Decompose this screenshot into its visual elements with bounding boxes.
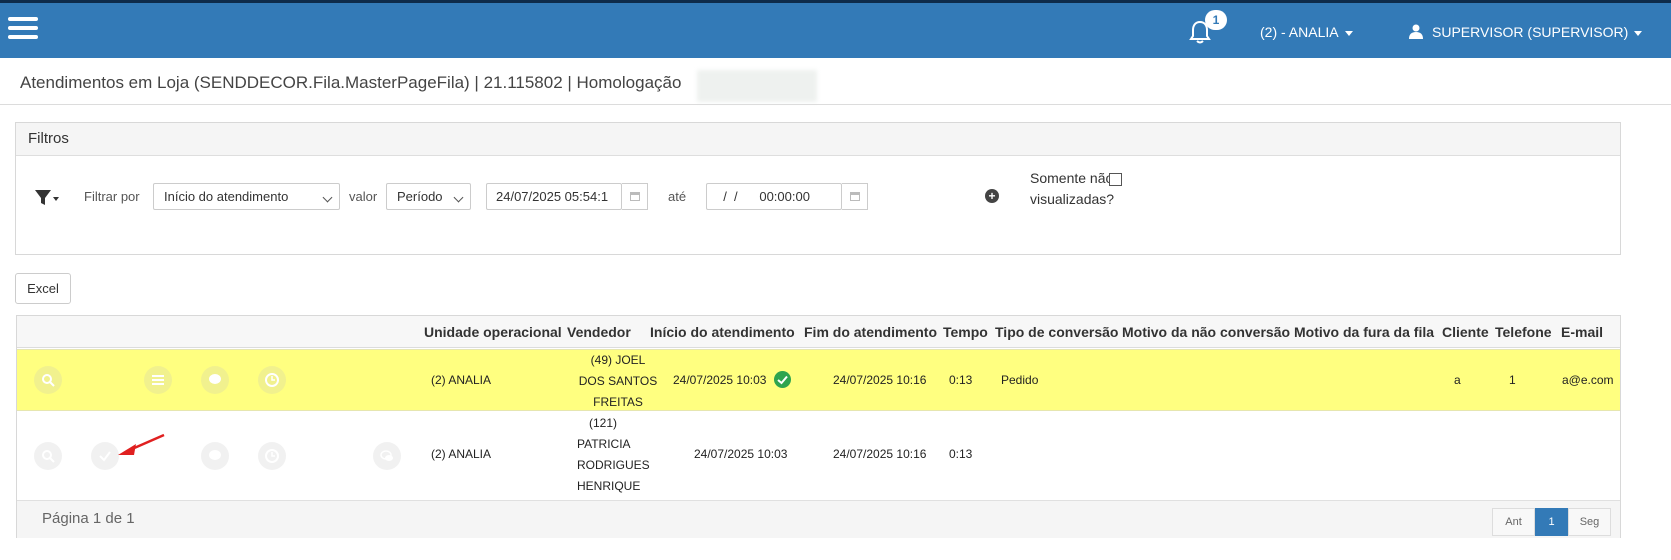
- seller-line: FREITAS: [593, 395, 643, 409]
- unit-cell: (2) ANALIA: [431, 373, 492, 387]
- unit-cell: (2) ANALIA: [431, 447, 492, 461]
- seller-line: (121): [589, 416, 618, 430]
- user-menu[interactable]: SUPERVISOR (SUPERVISOR): [1409, 24, 1643, 40]
- calendar-icon[interactable]: [622, 183, 648, 210]
- column-header[interactable]: Fim do atendimento: [804, 324, 937, 340]
- table-row[interactable]: (2) ANALIA (49) JOEL DOS SANTOS FREITAS …: [17, 349, 1620, 411]
- table-header: Unidade operacional Vendedor Início do a…: [17, 316, 1620, 348]
- seller-line: PATRICIA: [577, 437, 631, 451]
- page-info: Página 1 de 1: [42, 510, 135, 527]
- menu-toggle-icon[interactable]: [8, 17, 38, 41]
- column-header[interactable]: Início do atendimento: [650, 324, 795, 340]
- comment-icon[interactable]: [201, 442, 229, 470]
- notification-badge: 1: [1205, 10, 1227, 30]
- duration-cell: 0:13: [949, 373, 973, 387]
- seller-line: DOS SANTOS: [578, 374, 658, 388]
- comment-icon[interactable]: [201, 366, 229, 394]
- clock-icon[interactable]: [258, 442, 286, 470]
- chevron-down-icon: [322, 192, 333, 203]
- phone-cell: 1: [1509, 373, 1516, 387]
- start-cell: 24/07/2025 10:03: [694, 447, 788, 461]
- date-to-input[interactable]: / / 00:00:00: [706, 183, 842, 210]
- filter-by-select[interactable]: Início do atendimento: [153, 183, 340, 210]
- prev-page-button[interactable]: Ant: [1492, 508, 1535, 536]
- end-cell: 24/07/2025 10:16: [833, 373, 927, 387]
- blurred-environment-tag: [697, 70, 817, 102]
- column-header[interactable]: Unidade operacional: [424, 324, 562, 340]
- value-label: valor: [349, 189, 378, 204]
- next-page-button[interactable]: Seg: [1568, 508, 1611, 536]
- seller-cell: (121) PATRICIA RODRIGUES HENRIQUE: [577, 413, 659, 497]
- view-details-icon[interactable]: [34, 442, 62, 470]
- column-header[interactable]: Motivo da não conversão: [1122, 324, 1290, 340]
- filter-by-value: Início do atendimento: [164, 189, 289, 204]
- caret-down-icon: [1344, 30, 1353, 36]
- user-menu-label: SUPERVISOR (SUPERVISOR): [1432, 24, 1629, 40]
- conversion-cell: Pedido: [1001, 373, 1039, 387]
- column-header[interactable]: Vendedor: [567, 324, 631, 340]
- client-cell: a: [1454, 373, 1461, 387]
- list-icon[interactable]: [144, 366, 172, 394]
- column-header[interactable]: Motivo da fura da fila: [1294, 324, 1434, 340]
- page-title: Atendimentos em Loja (SENDDECOR.Fila.Mas…: [20, 73, 682, 92]
- value-mode-value: Período: [397, 189, 443, 204]
- clock-icon[interactable]: [258, 366, 286, 394]
- until-label: até: [668, 189, 687, 204]
- attendance-table: Unidade operacional Vendedor Início do a…: [16, 315, 1621, 538]
- column-header[interactable]: Tempo: [943, 324, 988, 340]
- table-row[interactable]: (2) ANALIA (121) PATRICIA RODRIGUES HENR…: [17, 412, 1620, 500]
- table-footer: Página 1 de 1 Ant 1 Seg: [17, 500, 1620, 538]
- only-unviewed-checkbox[interactable]: [1109, 173, 1122, 186]
- annotation-arrow-icon: [118, 433, 165, 455]
- filters-heading: Filtros: [16, 123, 1620, 156]
- user-icon: [1409, 24, 1423, 39]
- filter-icon[interactable]: [34, 188, 60, 210]
- seller-line: (49) JOEL: [590, 353, 646, 367]
- start-cell: 24/07/2025 10:03: [673, 373, 767, 387]
- top-navbar: 1 (2) - ANALIA SUPERVISOR (SUPERVISOR): [0, 0, 1671, 58]
- excel-export-button[interactable]: Excel: [15, 273, 71, 304]
- check-circle-icon: [774, 371, 791, 388]
- seller-cell: (49) JOEL DOS SANTOS FREITAS: [577, 350, 659, 413]
- view-details-icon[interactable]: [34, 366, 62, 394]
- duration-cell: 0:13: [949, 447, 973, 461]
- divider: [0, 104, 1671, 105]
- column-header[interactable]: Telefone: [1495, 324, 1552, 340]
- caret-down-icon: [1634, 30, 1643, 36]
- add-filter-icon[interactable]: +: [985, 189, 999, 203]
- filter-by-label: Filtrar por: [84, 189, 140, 204]
- end-cell: 24/07/2025 10:16: [833, 447, 927, 461]
- calendar-icon[interactable]: [842, 183, 868, 210]
- seller-line: RODRIGUES: [577, 458, 650, 472]
- email-cell: a@e.com: [1562, 373, 1614, 387]
- column-header[interactable]: Tipo de conversão: [995, 324, 1118, 340]
- chat-icon[interactable]: [373, 442, 401, 470]
- date-from-input[interactable]: 24/07/2025 05:54:1: [486, 183, 622, 210]
- column-header[interactable]: E-mail: [1561, 324, 1603, 340]
- page-number-button[interactable]: 1: [1535, 508, 1568, 536]
- unit-menu[interactable]: (2) - ANALIA: [1260, 24, 1353, 40]
- column-header[interactable]: Cliente: [1442, 324, 1489, 340]
- seller-line: HENRIQUE: [577, 479, 641, 493]
- unit-menu-label: (2) - ANALIA: [1260, 24, 1339, 40]
- value-mode-select[interactable]: Período: [386, 183, 471, 210]
- chevron-down-icon: [453, 192, 464, 203]
